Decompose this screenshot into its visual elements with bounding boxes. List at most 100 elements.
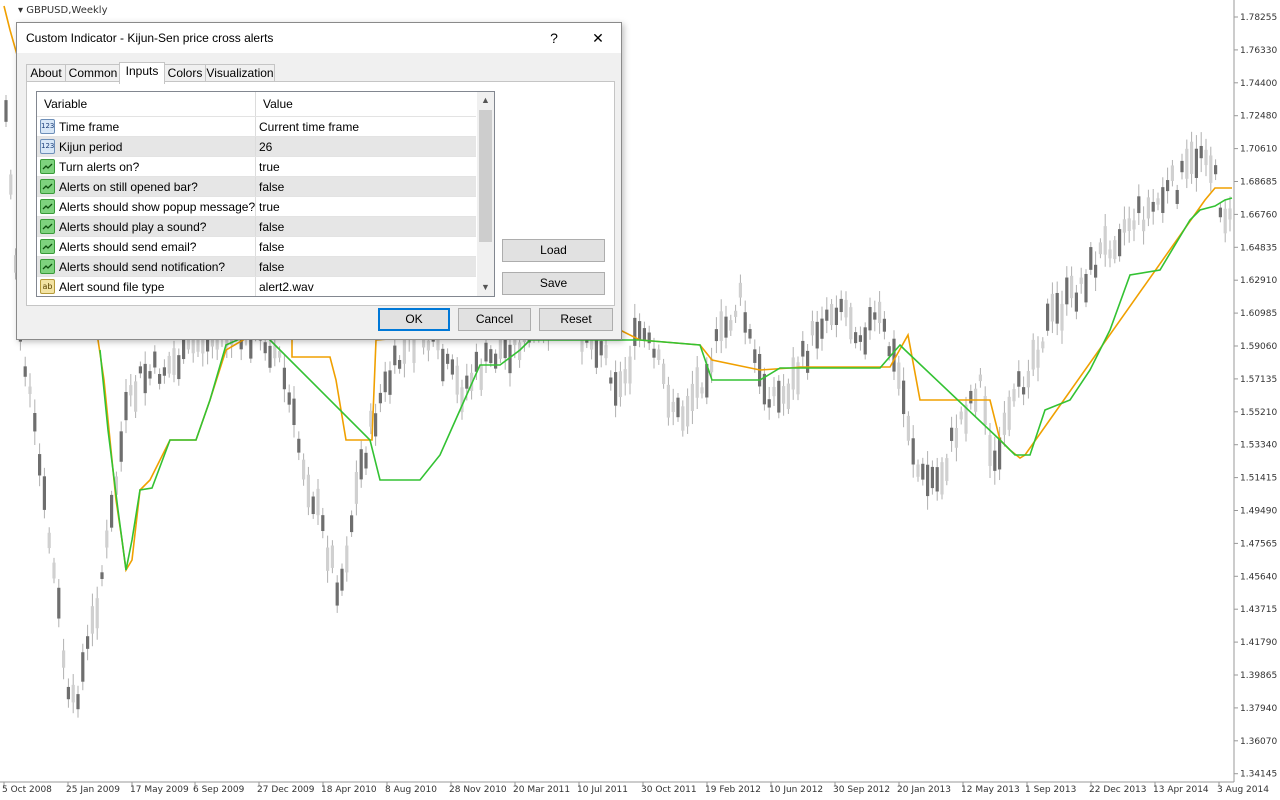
candle-body bbox=[873, 312, 877, 320]
dropdown-arrow-icon[interactable]: ▾ bbox=[18, 5, 23, 16]
date-label: 20 Mar 2011 bbox=[513, 785, 570, 795]
candle-body bbox=[618, 371, 622, 398]
candle-body bbox=[926, 464, 930, 497]
variable-cell: Alerts should play a sound? bbox=[59, 220, 207, 234]
candle-body bbox=[287, 392, 291, 405]
price-label: 1.45640 bbox=[1240, 572, 1277, 582]
value-cell[interactable]: 26 bbox=[259, 139, 272, 155]
value-cell[interactable]: Current time frame bbox=[259, 119, 359, 135]
table-row[interactable]: Alerts should play a sound? false bbox=[37, 216, 476, 237]
candle-body bbox=[311, 496, 315, 515]
header-value[interactable]: Value bbox=[255, 92, 293, 116]
scroll-thumb[interactable] bbox=[479, 110, 492, 242]
close-button[interactable]: ✕ bbox=[583, 27, 613, 49]
table-row[interactable]: Alerts should send email? false bbox=[37, 236, 476, 257]
candle-body bbox=[820, 318, 824, 339]
candle-body bbox=[681, 406, 685, 431]
candle-body bbox=[1190, 141, 1194, 174]
candle-body bbox=[316, 488, 320, 516]
candle-body bbox=[834, 307, 838, 325]
candle-body bbox=[426, 340, 430, 351]
candle-body bbox=[1098, 242, 1102, 255]
candle-body bbox=[340, 568, 344, 591]
load-button[interactable]: Load bbox=[502, 239, 605, 262]
candle-body bbox=[1209, 155, 1213, 183]
candle-body bbox=[748, 329, 752, 339]
value-cell[interactable]: true bbox=[259, 159, 280, 175]
table-row[interactable]: Alerts on still opened bar? false bbox=[37, 176, 476, 197]
string-icon: ab bbox=[40, 279, 55, 294]
table-row[interactable]: 123 Kijun period 26 bbox=[37, 136, 476, 157]
table-row[interactable]: Turn alerts on? true bbox=[37, 156, 476, 177]
value-cell[interactable]: false bbox=[259, 259, 284, 275]
candle-body bbox=[1199, 145, 1203, 159]
date-label: 27 Dec 2009 bbox=[257, 785, 315, 795]
candle-body bbox=[1046, 303, 1050, 331]
candle-body bbox=[450, 359, 454, 375]
candle-body bbox=[378, 392, 382, 404]
header-variable[interactable]: Variable bbox=[37, 92, 87, 116]
cancel-button[interactable]: Cancel bbox=[458, 308, 531, 331]
candle-body bbox=[1127, 218, 1131, 232]
candle-body bbox=[998, 437, 1002, 470]
tab-common[interactable]: Common bbox=[65, 64, 121, 82]
scroll-up-icon[interactable]: ▲ bbox=[477, 92, 494, 109]
candle-body bbox=[494, 353, 498, 369]
candle-body bbox=[1132, 220, 1136, 230]
value-cell[interactable]: false bbox=[259, 219, 284, 235]
dialog-title: Custom Indicator - Kijun-Sen price cross… bbox=[26, 31, 274, 45]
candle-body bbox=[1223, 208, 1227, 234]
price-label: 1.37940 bbox=[1240, 704, 1277, 714]
value-cell[interactable]: false bbox=[259, 239, 284, 255]
dialog-titlebar[interactable]: Custom Indicator - Kijun-Sen price cross… bbox=[17, 23, 621, 53]
boolean-icon bbox=[40, 239, 55, 254]
candle-body bbox=[988, 435, 992, 466]
save-button[interactable]: Save bbox=[502, 272, 605, 295]
candle-body bbox=[791, 357, 795, 390]
table-row[interactable]: Alerts should send notification? false bbox=[37, 256, 476, 277]
value-cell[interactable]: alert2.wav bbox=[259, 279, 314, 295]
table-row[interactable]: 123 Time frame Current time frame bbox=[37, 116, 476, 137]
candle-body bbox=[1118, 229, 1122, 257]
tab-inputs[interactable]: Inputs bbox=[119, 62, 165, 84]
variable-cell: Alerts should show popup message? bbox=[59, 200, 256, 214]
candle-body bbox=[743, 312, 747, 333]
candle-body bbox=[4, 100, 8, 122]
candle-body bbox=[100, 572, 104, 579]
candle-body bbox=[1146, 197, 1150, 219]
price-label: 1.53340 bbox=[1240, 441, 1277, 451]
candle-body bbox=[734, 310, 738, 317]
candle-body bbox=[911, 438, 915, 465]
tab-colors[interactable]: Colors bbox=[164, 64, 206, 82]
candle-body bbox=[878, 301, 882, 324]
candle-body bbox=[916, 464, 920, 477]
reset-button[interactable]: Reset bbox=[539, 308, 613, 331]
table-scrollbar[interactable]: ▲ ▼ bbox=[477, 92, 494, 296]
value-cell[interactable]: true bbox=[259, 199, 280, 215]
value-cell[interactable]: false bbox=[259, 179, 284, 195]
candle-body bbox=[1122, 219, 1126, 233]
candle-body bbox=[844, 299, 848, 318]
candle-body bbox=[825, 309, 829, 321]
table-row[interactable]: ab Alert sound file type alert2.wav bbox=[37, 276, 476, 296]
candle-body bbox=[690, 383, 694, 411]
candle-body bbox=[177, 355, 181, 380]
candle-body bbox=[489, 349, 493, 364]
candle-body bbox=[297, 438, 301, 453]
boolean-icon bbox=[40, 199, 55, 214]
candle-body bbox=[854, 332, 858, 344]
candle-body bbox=[1166, 180, 1170, 192]
candle-body bbox=[33, 413, 37, 432]
candle-body bbox=[383, 371, 387, 393]
help-button[interactable]: ? bbox=[539, 27, 569, 49]
scroll-down-icon[interactable]: ▼ bbox=[477, 279, 494, 296]
candle-body bbox=[374, 413, 378, 437]
table-row[interactable]: Alerts should show popup message? true bbox=[37, 196, 476, 217]
candle-body bbox=[1055, 292, 1059, 324]
candle-body bbox=[642, 328, 646, 342]
ok-button[interactable]: OK bbox=[378, 308, 450, 331]
date-label: 28 Nov 2010 bbox=[449, 785, 507, 795]
candle-body bbox=[1060, 303, 1064, 331]
tab-visualization[interactable]: Visualization bbox=[205, 64, 275, 82]
tab-about[interactable]: About bbox=[26, 64, 66, 82]
